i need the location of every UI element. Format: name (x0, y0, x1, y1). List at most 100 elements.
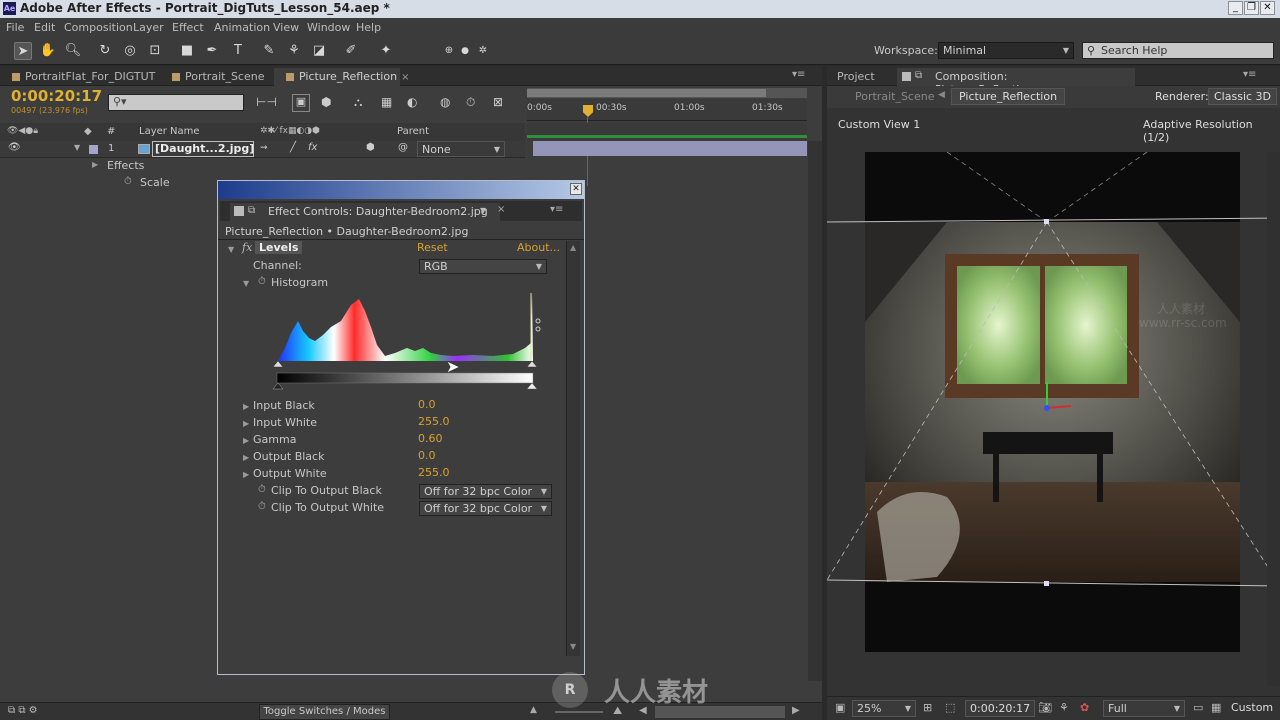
tab-picture-reflection[interactable]: Picture_Reflection × (274, 68, 409, 86)
puppet-tool-icon[interactable]: ✦ (377, 42, 395, 60)
expand-triangle-icon[interactable]: ▼ (243, 279, 249, 288)
3d-view-popup[interactable]: Custom (1231, 701, 1273, 714)
histogram-graph[interactable] (273, 293, 543, 393)
text-tool-icon[interactable]: T (229, 42, 247, 60)
input-white-slider[interactable] (526, 360, 538, 368)
expand-triangle-icon[interactable]: ▶ (243, 436, 249, 445)
expand-triangle-icon[interactable]: ▶ (243, 453, 249, 462)
expand-triangle-icon[interactable]: ▶ (243, 419, 249, 428)
layer-handle-bottom[interactable] (1044, 581, 1049, 586)
menu-edit[interactable]: Edit (34, 21, 55, 34)
stopwatch-icon[interactable]: ⏱ (258, 484, 266, 495)
quality-switch-icon[interactable]: ╱ (290, 142, 296, 153)
comp-vertical-scrollbar[interactable] (1267, 152, 1280, 686)
selection-tool-icon[interactable]: ➤ (14, 42, 32, 60)
param-value[interactable]: 0.0 (418, 398, 436, 411)
label-tag-icon[interactable]: ◆ (84, 126, 92, 137)
show-snapshot-icon[interactable]: ⚘ (1059, 701, 1069, 714)
eraser-tool-icon[interactable]: ◪ (310, 42, 328, 60)
menu-composition[interactable]: Composition (64, 21, 133, 34)
draft-3d-icon[interactable]: ⬢ (321, 95, 331, 109)
scroll-right-icon[interactable]: ▶ (792, 705, 800, 716)
levels-effect-header[interactable]: ▼ fx Levels Reset About... (218, 241, 563, 258)
fast-previews-icon[interactable]: ▭ (1193, 701, 1203, 714)
panel-menu-icon[interactable]: ▾≡ (792, 69, 805, 80)
tab-project[interactable]: Project (827, 68, 893, 86)
parent-dropdown[interactable]: None ▼ (417, 141, 505, 157)
clip-output-white-dropdown[interactable]: Off for 32 bpc Color ▼ (419, 501, 552, 516)
expand-triangle-icon[interactable]: ▶ (243, 402, 249, 411)
about-link[interactable]: About... (517, 241, 560, 254)
fx-icon[interactable]: fx (242, 241, 252, 254)
renderer-button[interactable]: Classic 3D (1208, 88, 1278, 105)
close-tab-icon[interactable]: × (401, 72, 409, 83)
frame-blending-icon[interactable]: ▦ (381, 95, 392, 109)
zoom-out-icon[interactable]: ▲ (530, 705, 537, 715)
region-of-interest-icon[interactable]: ⬚ (945, 701, 955, 714)
zoom-slider[interactable] (555, 711, 603, 713)
show-channel-icon[interactable]: ✿ (1080, 701, 1089, 714)
panel-lock-icon[interactable] (234, 206, 244, 216)
scroll-up-icon[interactable]: ▲ (570, 243, 576, 252)
comp-timecode[interactable]: 0:00:20:17 (965, 700, 1036, 717)
close-window-icon[interactable]: ✕ (570, 183, 582, 195)
menu-file[interactable]: File (6, 21, 24, 34)
motion-blur-icon[interactable]: ◐ (407, 95, 417, 109)
comp-mini-flowchart-icon[interactable]: ⊢⊣ (256, 95, 280, 111)
breadcrumb-picture-reflection[interactable]: Picture_Reflection (951, 88, 1066, 105)
effect-controls-scrollbar[interactable]: ▲ ▼ (566, 241, 580, 656)
layer-handle-top[interactable] (1044, 219, 1049, 224)
search-help-input[interactable]: ⚲ Search Help (1082, 42, 1274, 59)
tab-portrait-scene[interactable]: Portrait_Scene (160, 68, 276, 86)
eye-icon[interactable]: 👁︎ (8, 142, 21, 153)
snapshot-icon[interactable]: 📷︎ (1038, 701, 1052, 714)
av-features-icon[interactable]: 👁︎◀︎●🔒︎ (7, 126, 38, 136)
output-black-slider[interactable] (273, 382, 284, 390)
rotate-tool-icon[interactable]: ↻ (96, 42, 114, 60)
channel-dropdown[interactable]: RGB ▼ (419, 259, 547, 274)
breadcrumb-portrait-scene[interactable]: Portrait_Scene (855, 90, 934, 103)
close-tab-icon[interactable]: × (497, 204, 505, 215)
tab-portraitflat[interactable]: PortraitFlat_For_DIGTUT (0, 68, 157, 86)
zoom-tool-icon[interactable]: 🔍︎ (64, 42, 82, 60)
effect-name[interactable]: Levels (255, 241, 303, 254)
layer-row[interactable]: 👁︎ ▼ 1 [Daught...2.jpg] ⇝ ╱ fx ⬢ @ None … (0, 141, 525, 158)
histogram-header-row[interactable]: ▼ ⏱ Histogram (218, 275, 563, 292)
transparency-grid-icon[interactable]: ▦ (1211, 701, 1221, 714)
param-value[interactable]: 0.60 (418, 432, 443, 445)
roto-brush-tool-icon[interactable]: ✐ (342, 42, 360, 60)
param-gamma[interactable]: ▶ Gamma 0.60 (218, 432, 563, 449)
menu-help[interactable]: Help (356, 21, 381, 34)
effects-group-row[interactable]: ▶ Effects (0, 158, 525, 175)
timeline-search-input[interactable]: ⚲▾ (108, 94, 244, 111)
column-layer-name[interactable]: Layer Name (139, 126, 200, 137)
resolution-dropdown[interactable]: Full ▼ (1103, 700, 1185, 717)
expand-triangle-icon[interactable]: ▼ (228, 245, 234, 254)
timeline-scrollbar[interactable] (808, 141, 822, 681)
time-ruler[interactable]: 0:00s 00:30s 01:00s 01:30s (527, 99, 807, 121)
param-value[interactable]: 0.0 (418, 449, 436, 462)
output-white-slider[interactable] (526, 382, 538, 390)
brainstorm-icon[interactable]: ◍ (440, 95, 450, 109)
panel-menu-icon[interactable]: ▾≡ (550, 204, 563, 215)
tab-effect-controls[interactable]: ⧉ Effect Controls: Daughter-Bedroom2.jpg… (230, 203, 500, 221)
pen-tool-icon[interactable]: ✒ (203, 42, 221, 60)
hand-tool-icon[interactable]: ✋ (39, 42, 57, 60)
chevron-down-icon[interactable]: ▼ (480, 206, 486, 215)
expand-triangle-icon[interactable]: ▶ (92, 160, 98, 169)
safe-margins-icon[interactable]: ⊞ (923, 701, 932, 714)
work-area-range[interactable] (527, 89, 766, 97)
always-preview-icon[interactable]: ▣ (835, 701, 845, 714)
graph-editor-icon[interactable]: ⊠ (493, 95, 503, 109)
floating-window-titlebar[interactable]: ✕ (218, 181, 584, 199)
hide-shy-layers-icon[interactable]: ⛬ (354, 95, 362, 110)
stopwatch-icon[interactable]: ⏱ (124, 176, 132, 187)
minimize-icon[interactable]: _ (1228, 1, 1243, 15)
rectangle-tool-icon[interactable]: ■ (178, 42, 196, 60)
expand-triangle-icon[interactable]: ▼ (74, 143, 80, 152)
menu-effect[interactable]: Effect (172, 21, 204, 34)
scroll-down-icon[interactable]: ▼ (570, 642, 576, 651)
layer-duration-bar[interactable] (533, 141, 807, 156)
menu-animation[interactable]: Animation (214, 21, 270, 34)
view-axis-icon[interactable]: ✲ (474, 42, 492, 60)
